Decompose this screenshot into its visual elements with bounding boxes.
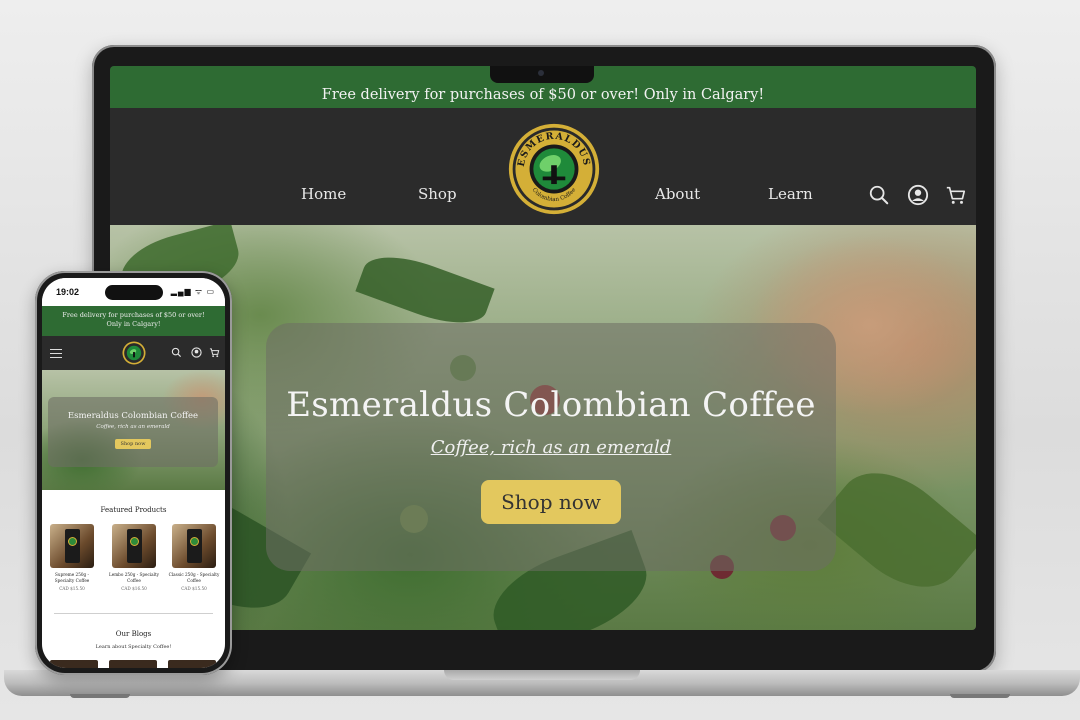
search-icon[interactable]: [171, 347, 182, 358]
blog-thumbnail[interactable]: [109, 660, 157, 668]
cart-icon[interactable]: [209, 347, 220, 358]
product-card[interactable]: Supreme 250g - Specialty Coffee CAD $15.…: [45, 524, 99, 591]
shop-now-button[interactable]: Shop now: [481, 480, 621, 524]
phone-hero-subtitle: Coffee, rich as an emerald: [96, 424, 170, 430]
hero-leaf-decor: [355, 244, 495, 336]
section-divider: [54, 613, 213, 614]
product-price: CAD $15.50: [181, 586, 207, 591]
promo-text: Free delivery for purchases of $50 or ov…: [321, 87, 765, 103]
status-icons: ▂▄▆ ᯤ ▭: [170, 287, 215, 296]
nav-learn-link[interactable]: Learn: [768, 185, 813, 203]
hero-leaf-decor: [817, 450, 976, 610]
laptop-foot: [950, 694, 1010, 698]
product-image[interactable]: [50, 524, 94, 568]
cart-icon[interactable]: [945, 184, 967, 206]
phone-hero-panel: Esmeraldus Colombian Coffee Coffee, rich…: [48, 397, 218, 467]
blog-thumbnail[interactable]: [50, 660, 98, 668]
phone-shop-now-button[interactable]: Shop now: [114, 439, 152, 449]
search-icon[interactable]: [868, 184, 890, 206]
phone-promo-text: Free delivery for purchases of $50 or ov…: [62, 311, 205, 328]
phone-hero-title: Esmeraldus Colombian Coffee: [67, 411, 199, 421]
laptop-opening-notch: [444, 670, 640, 680]
product-card[interactable]: Lembo 250g - Specialty Coffee CAD $16.50: [107, 524, 161, 591]
phone-hero-banner: Esmeraldus Colombian Coffee Coffee, rich…: [42, 370, 225, 490]
phone-promo-banner: Free delivery for purchases of $50 or ov…: [42, 306, 225, 336]
phone-screen: 19:02 ▂▄▆ ᯤ ▭ Free delivery for purchase…: [42, 278, 225, 668]
nav-about-link[interactable]: About: [655, 185, 700, 203]
hero-title: Esmeraldus Colombian Coffee: [286, 385, 816, 425]
dynamic-island: [105, 285, 163, 300]
product-price: CAD $15.50: [59, 586, 85, 591]
blog-thumbnail[interactable]: [168, 660, 216, 668]
account-icon[interactable]: [907, 184, 929, 206]
product-image[interactable]: [112, 524, 156, 568]
menu-icon[interactable]: [50, 349, 62, 358]
esmeraldus-logo[interactable]: [122, 341, 146, 365]
status-time: 19:02: [56, 287, 80, 297]
laptop-foot: [70, 694, 130, 698]
hero-banner: Esmeraldus Colombian Coffee Coffee, rich…: [110, 225, 976, 630]
esmeraldus-logo[interactable]: ESMERALDUS Colombian Coffee: [507, 122, 601, 216]
phone-status-bar: 19:02 ▂▄▆ ᯤ ▭: [42, 278, 225, 306]
hero-subtitle-link[interactable]: Coffee, rich as an emerald: [431, 437, 672, 458]
blogs-heading: Our Blogs: [115, 630, 152, 638]
product-price: CAD $16.50: [121, 586, 147, 591]
product-name[interactable]: Classic 250g - Specialty Coffee: [167, 572, 221, 583]
camera-notch: [490, 66, 594, 83]
phone-header: [42, 336, 225, 370]
laptop-screen: Free delivery for purchases of $50 or ov…: [110, 66, 976, 630]
account-icon[interactable]: [191, 347, 202, 358]
nav-home-link[interactable]: Home: [301, 185, 346, 203]
product-name[interactable]: Lembo 250g - Specialty Coffee: [107, 572, 161, 583]
blogs-subtitle: Learn about Specialty Coffee!: [95, 644, 172, 650]
product-image[interactable]: [172, 524, 216, 568]
nav-shop-link[interactable]: Shop: [418, 185, 457, 203]
hero-panel: Esmeraldus Colombian Coffee Coffee, rich…: [266, 323, 836, 571]
product-card[interactable]: Classic 250g - Specialty Coffee CAD $15.…: [167, 524, 221, 591]
product-name[interactable]: Supreme 250g - Specialty Coffee: [45, 572, 99, 583]
featured-products-heading: Featured Products: [100, 506, 167, 514]
